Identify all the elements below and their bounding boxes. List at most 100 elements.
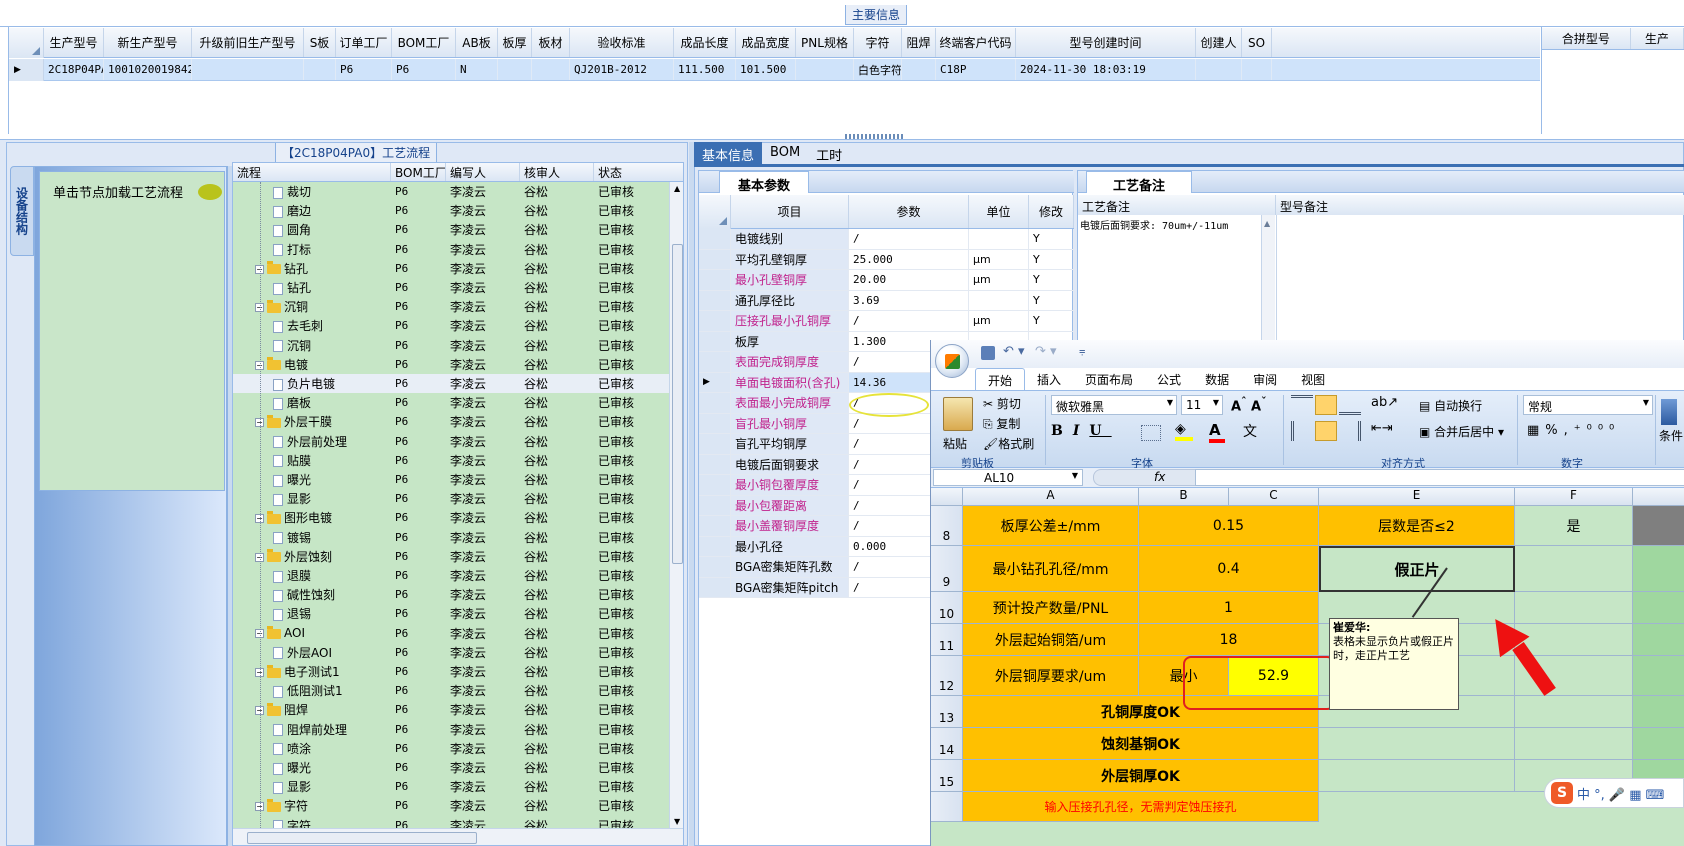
flow-tree-row[interactable]: 退锡 P6 李凌云 谷松 已审核: [233, 604, 669, 623]
scroll-up-icon[interactable]: ▲: [674, 184, 680, 193]
param-modify[interactable]: Y: [1029, 229, 1074, 249]
column-header[interactable]: 板厚: [498, 28, 532, 57]
row-number[interactable]: 11: [931, 624, 963, 656]
flow-node-name[interactable]: − 电镀: [255, 356, 308, 373]
ribbon-tab-6[interactable]: 视图: [1289, 368, 1337, 390]
column-header[interactable]: PNL规格: [796, 28, 854, 57]
column-header[interactable]: 型号创建时间: [1016, 28, 1196, 57]
flow-tree-row[interactable]: − 电镀 P6 李凌云 谷松 已审核: [233, 355, 669, 374]
flow-column-header[interactable]: 状态: [594, 163, 683, 181]
row-number[interactable]: 15: [931, 760, 963, 792]
flow-node-name[interactable]: − 阻焊: [255, 701, 308, 718]
cell-g[interactable]: [1633, 546, 1684, 592]
param-name[interactable]: 单面电镀面积(含孔): [731, 372, 849, 392]
save-icon[interactable]: [981, 346, 995, 360]
param-name[interactable]: 最小铜包覆厚度: [731, 475, 849, 495]
cell-a[interactable]: 外层铜厚要求/um: [963, 656, 1139, 696]
col-head-f[interactable]: F: [1515, 488, 1633, 506]
flow-tree-row[interactable]: − 图形电镀 P6 李凌云 谷松 已审核: [233, 508, 669, 527]
param-name[interactable]: 表面最小完成铜厚: [731, 393, 849, 413]
param-value[interactable]: 25.000: [849, 249, 969, 269]
column-header[interactable]: AB板: [456, 28, 498, 57]
flow-tree-row[interactable]: 曝光 P6 李凌云 谷松 已审核: [233, 470, 669, 489]
param-modify[interactable]: Y: [1029, 290, 1074, 310]
param-name[interactable]: 最小孔径: [731, 536, 849, 556]
flow-node-name[interactable]: 喷涂: [273, 740, 311, 757]
flow-node-name[interactable]: 裁切: [273, 183, 311, 200]
cell-bc[interactable]: 1: [1139, 592, 1319, 624]
column-header[interactable]: 升级前旧生产型号: [192, 28, 304, 57]
cell-f[interactable]: [1515, 696, 1633, 728]
flow-node-name[interactable]: 退锡: [273, 605, 311, 622]
flow-node-name[interactable]: 曝光: [273, 759, 311, 776]
cell-e[interactable]: 层数是否≤2: [1319, 506, 1515, 546]
flow-node-name[interactable]: 曝光: [273, 471, 311, 488]
param-value[interactable]: 20.00: [849, 270, 969, 290]
cell[interactable]: P6: [392, 59, 456, 80]
flow-node-name[interactable]: 磨边: [273, 202, 311, 219]
column-header[interactable]: 阻焊: [902, 28, 936, 57]
cell-bc[interactable]: 0.15: [1139, 506, 1319, 546]
ribbon-tab-5[interactable]: 审阅: [1241, 368, 1289, 390]
indent-icon[interactable]: ⇤⇥: [1371, 421, 1393, 436]
param-row[interactable]: 最小孔壁铜厚 20.00 μm Y: [699, 270, 1074, 291]
cell-f[interactable]: [1515, 624, 1633, 656]
column-header[interactable]: 生产: [1631, 28, 1684, 49]
ribbon-tab-4[interactable]: 数据: [1193, 368, 1241, 390]
ribbon-tab-2[interactable]: 页面布局: [1073, 368, 1145, 390]
flow-tree-row[interactable]: 喷涂 P6 李凌云 谷松 已审核: [233, 739, 669, 758]
flow-tree-row[interactable]: − 外层干膜 P6 李凌云 谷松 已审核: [233, 412, 669, 431]
column-header[interactable]: 字符: [854, 28, 902, 57]
vertical-align-buttons[interactable]: [1291, 395, 1371, 415]
cell-f[interactable]: 是: [1515, 506, 1633, 546]
splitter-handle[interactable]: [845, 134, 905, 139]
param-name[interactable]: 电镀线别: [731, 229, 849, 249]
flow-tree-row[interactable]: − 钻孔 P6 李凌云 谷松 已审核: [233, 259, 669, 278]
flow-node-name[interactable]: 外层AOI: [273, 644, 332, 661]
cell-g[interactable]: [1633, 624, 1684, 656]
number-format-select[interactable]: 常规 ▼: [1523, 395, 1653, 415]
row-number[interactable]: 14: [931, 728, 963, 760]
cell[interactable]: C18P: [936, 59, 1016, 80]
flow-node-name[interactable]: 镀锡: [273, 529, 311, 546]
copy-button[interactable]: ⎘ 复制: [983, 415, 1020, 432]
flow-column-header[interactable]: 核审人: [520, 163, 594, 181]
device-structure-tab[interactable]: 设备结构: [10, 166, 34, 256]
column-header[interactable]: 成品宽度: [736, 28, 796, 57]
flow-node-name[interactable]: 低阻测试1: [273, 682, 343, 699]
param-name[interactable]: 通孔厚径比: [731, 290, 849, 310]
column-header[interactable]: 验收标准: [570, 28, 674, 57]
flow-node-name[interactable]: 退膜: [273, 567, 311, 584]
param-row[interactable]: 通孔厚径比 3.69 Y: [699, 290, 1074, 311]
flow-tree-row[interactable]: 钻孔 P6 李凌云 谷松 已审核: [233, 278, 669, 297]
flow-tree-row[interactable]: 碱性蚀刻 P6 李凌云 谷松 已审核: [233, 585, 669, 604]
ime-toolbar[interactable]: S 中 °, 🎤 ▦ ⌨: [1544, 778, 1684, 808]
column-header[interactable]: 合拼型号: [1542, 28, 1631, 49]
flow-tree-row[interactable]: 沉铜 P6 李凌云 谷松 已审核: [233, 336, 669, 355]
number-format-buttons[interactable]: ▦%,⁺⁰⁰⁰: [1527, 423, 1620, 438]
cell[interactable]: [192, 59, 304, 80]
basic-params-tab[interactable]: 基本参数: [719, 171, 810, 194]
param-name[interactable]: 压接孔最小孔铜厚: [731, 311, 849, 331]
ribbon-tab-3[interactable]: 公式: [1145, 368, 1193, 390]
flow-node-name[interactable]: − AOI: [255, 625, 305, 640]
process-note-text[interactable]: 电镀后面铜要求: 70um+/-11um: [1080, 217, 1260, 232]
flow-tree-row[interactable]: 磨边 P6 李凌云 谷松 已审核: [233, 201, 669, 220]
cell-a[interactable]: 最小钻孔孔径/mm: [963, 546, 1139, 592]
font-size-select[interactable]: 11 ▼: [1181, 395, 1223, 415]
column-header[interactable]: 订单工厂: [336, 28, 392, 57]
cell-bc[interactable]: 0.4: [1139, 546, 1319, 592]
column-header[interactable]: S板: [304, 28, 336, 57]
col-head-c[interactable]: C: [1229, 488, 1319, 506]
param-name[interactable]: 盲孔平均铜厚: [731, 434, 849, 454]
detail-tab-2[interactable]: 工时: [808, 142, 850, 164]
conditional-format-button[interactable]: 条件: [1659, 427, 1683, 444]
row-number[interactable]: 12: [931, 656, 963, 696]
cell-a[interactable]: 板厚公差±/mm: [963, 506, 1139, 546]
cell-f[interactable]: [1515, 592, 1633, 624]
flow-tree-row[interactable]: 负片电镀 P6 李凌云 谷松 已审核: [233, 374, 669, 394]
row-number[interactable]: 8: [931, 506, 963, 546]
cell[interactable]: [796, 59, 854, 80]
flow-tree-row[interactable]: 镀锡 P6 李凌云 谷松 已审核: [233, 528, 669, 547]
flow-hscroll-thumb[interactable]: [247, 832, 477, 844]
